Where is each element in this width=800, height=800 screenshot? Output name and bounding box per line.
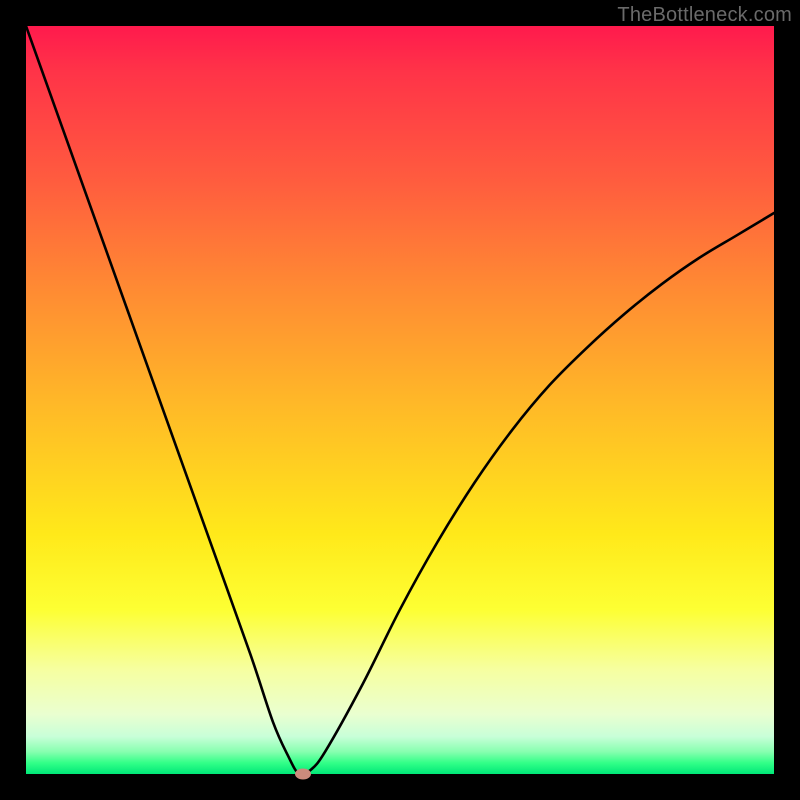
bottleneck-curve [26, 26, 774, 774]
optimal-point-marker [295, 769, 311, 780]
watermark-text: TheBottleneck.com [617, 4, 792, 27]
chart-plot-area [26, 26, 774, 774]
